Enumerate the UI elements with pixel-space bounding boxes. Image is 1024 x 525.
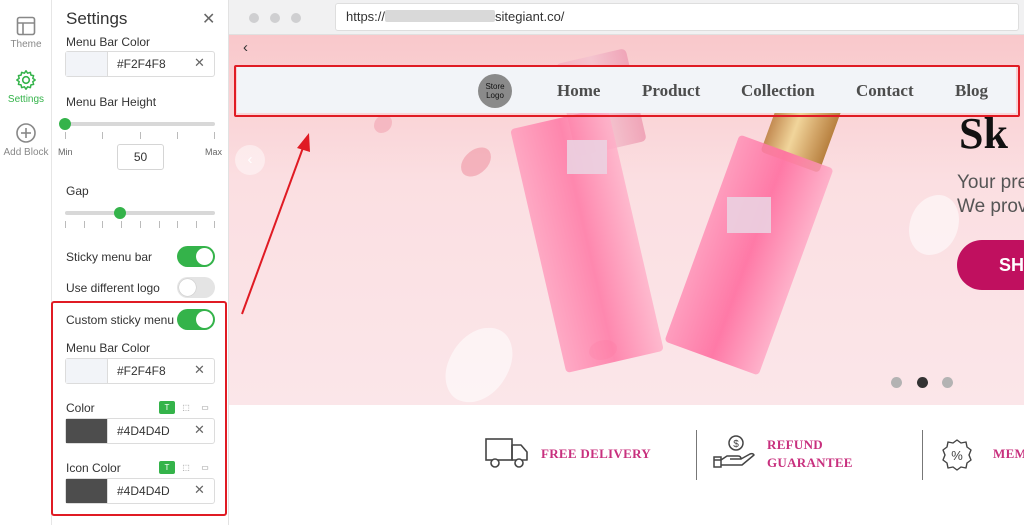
sticky-menu-bar-label: Sticky menu bar <box>66 250 153 264</box>
close-icon[interactable]: ✕ <box>202 9 215 29</box>
url-suffix: sitegiant.co/ <box>495 9 565 24</box>
rail-item-theme[interactable]: Theme <box>0 16 52 50</box>
plus-circle-icon <box>16 123 36 143</box>
divider <box>696 430 697 480</box>
slider-min-label: Min <box>58 147 73 157</box>
blurred-label <box>567 140 607 174</box>
address-bar[interactable]: https:// sitegiant.co/ <box>335 3 1019 31</box>
petal <box>455 143 497 181</box>
rail-item-label: Settings <box>7 94 45 105</box>
product-bottle <box>664 134 834 376</box>
highlight-box-menu-bar <box>234 65 1020 117</box>
window-dot <box>291 13 301 23</box>
slider-ticks <box>65 132 215 140</box>
carousel-dot[interactable] <box>917 377 928 388</box>
divider <box>922 430 923 480</box>
gap-slider[interactable] <box>65 211 215 215</box>
features-strip: FREE DELIVERY $ REFUND GUARANTEE % MEM <box>229 405 1024 525</box>
highlight-box-sticky-settings <box>51 301 227 516</box>
svg-text:$: $ <box>733 439 739 450</box>
sticky-menu-bar-toggle[interactable] <box>177 246 215 267</box>
window-dot <box>270 13 280 23</box>
rail-item-label: Theme <box>10 39 42 50</box>
feature-member: MEM <box>993 446 1024 461</box>
url-prefix: https:// <box>346 9 386 24</box>
feature-free-delivery: FREE DELIVERY <box>541 446 651 461</box>
gap-label: Gap <box>66 184 89 198</box>
use-different-logo-toggle[interactable] <box>177 277 215 298</box>
rail-item-label: Add Block <box>3 147 49 158</box>
slider-max-label: Max <box>205 147 223 157</box>
layout-icon <box>16 16 36 36</box>
petal <box>909 195 959 255</box>
editor-screen: Theme Settings Add Block Settings ✕ Menu… <box>0 0 1024 525</box>
menu-bar-color-label: Menu Bar Color <box>66 35 151 49</box>
svg-text:%: % <box>951 448 963 463</box>
back-icon[interactable]: ‹ <box>243 39 248 56</box>
feature-refund-line: GUARANTEE <box>767 455 853 470</box>
clear-icon[interactable]: ✕ <box>194 55 205 71</box>
petal <box>437 317 521 405</box>
petal <box>374 115 392 133</box>
truck-icon <box>485 438 528 468</box>
window-dot <box>249 13 259 23</box>
menu-bar-height-slider[interactable] <box>65 122 215 126</box>
hero-subtitle-line: Your pre <box>957 172 1024 193</box>
feature-refund-line: REFUND <box>767 437 823 452</box>
color-value[interactable]: #F2F4F8 <box>117 57 166 71</box>
preview-browser: https:// sitegiant.co/ ‹ Sk Your pre We p… <box>229 0 1024 525</box>
hero-shop-button[interactable]: SH <box>957 240 1024 290</box>
rail-item-settings[interactable]: Settings <box>0 69 52 105</box>
gear-icon <box>16 70 36 90</box>
slider-thumb[interactable] <box>59 118 71 130</box>
blurred-domain <box>385 10 496 22</box>
percent-badge-icon: % <box>942 439 972 471</box>
hand-coin-icon: $ <box>713 435 755 468</box>
blurred-label <box>727 197 771 233</box>
hero-subtitle-line: We prov <box>957 196 1024 217</box>
browser-toolbar: https:// sitegiant.co/ <box>229 0 1024 35</box>
carousel-dot[interactable] <box>891 377 902 388</box>
slider-thumb[interactable] <box>114 207 126 219</box>
menu-bar-height-input[interactable]: 50 <box>117 144 164 170</box>
hero-banner: ‹ Sk Your pre We prov SH ‹ Store Logo Hom… <box>229 35 1024 405</box>
use-different-logo-label: Use different logo <box>66 281 160 295</box>
carousel-dot[interactable] <box>942 377 953 388</box>
color-swatch[interactable] <box>66 52 108 76</box>
hero-prev-button[interactable]: ‹ <box>235 145 265 175</box>
slider-ticks <box>65 221 215 229</box>
editor-rail: Theme Settings Add Block <box>0 0 52 525</box>
panel-title: Settings <box>66 9 128 28</box>
menu-bar-height-label: Menu Bar Height <box>66 95 157 109</box>
menu-bar-color-field[interactable]: #F2F4F8 ✕ <box>65 51 215 77</box>
rail-item-add-block[interactable]: Add Block <box>0 122 52 158</box>
